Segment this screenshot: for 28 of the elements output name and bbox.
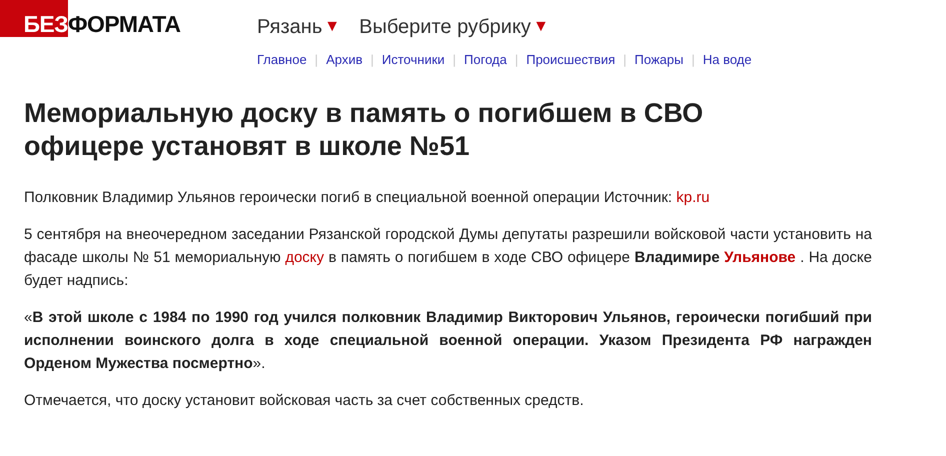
article-paragraph: «В этой школе с 1984 по 1990 год учился полковник Владимир Викторович Ульянов, героически погибший при исполнении воинского долга в ходе специальной военной операции. Указом Президента РФ награжден Орденом Мужества посмертно». <box>24 308 872 374</box>
nav-link[interactable]: Главное <box>257 53 307 66</box>
inline-link[interactable]: kp.ru <box>676 189 710 206</box>
nav-separator: | <box>370 53 374 66</box>
nav-link[interactable]: Архив <box>326 53 362 66</box>
nav-separator: | <box>691 53 695 66</box>
dropdown-selector[interactable]: Рязань▼ <box>257 17 340 37</box>
logo-second-word: ФОРМАТА <box>68 13 180 37</box>
dropdown-selector[interactable]: Выберите рубрику▼ <box>359 17 549 37</box>
article-title: Мемориальную доску в память о погибшем в СВО офицере установят в школе №51 <box>24 97 704 163</box>
nav-separator: | <box>452 53 456 66</box>
caret-icon: ▼ <box>532 19 549 35</box>
article-paragraph: 5 сентября на внеочередном заседании Рязанской городской Думы депутаты разрешили войсковой части установить на фасаде школы № 51 мемориальную доску в память о погибшем в ходе СВО офицере Владимире Ульянове . На доске будет надпись: <box>24 225 872 291</box>
inline-link[interactable]: доску <box>285 249 324 266</box>
nav-link[interactable]: Погода <box>464 53 507 66</box>
nav-separator: | <box>314 53 318 66</box>
nav-link[interactable]: Происшествия <box>526 53 616 66</box>
nav-link[interactable]: Пожары <box>634 53 684 66</box>
nav-separator: | <box>623 53 627 66</box>
article-paragraph: Отмечается, что доску установит войсковая часть за счет собственных средств. <box>24 391 585 411</box>
inline-link[interactable]: Ульянове <box>724 249 796 266</box>
caret-icon: ▼ <box>324 19 340 35</box>
nav-link[interactable]: Источники <box>382 53 445 66</box>
logo-first-word: БЕЗ <box>0 0 68 37</box>
site-logo[interactable]: БЕЗФОРМАТА <box>0 0 220 37</box>
nav-separator: | <box>514 53 518 66</box>
nav-link[interactable]: На воде <box>702 53 752 66</box>
article-paragraph: Полковник Владимир Ульянов героически погиб в специальной военной операции Источник: kp.ru <box>24 188 711 208</box>
